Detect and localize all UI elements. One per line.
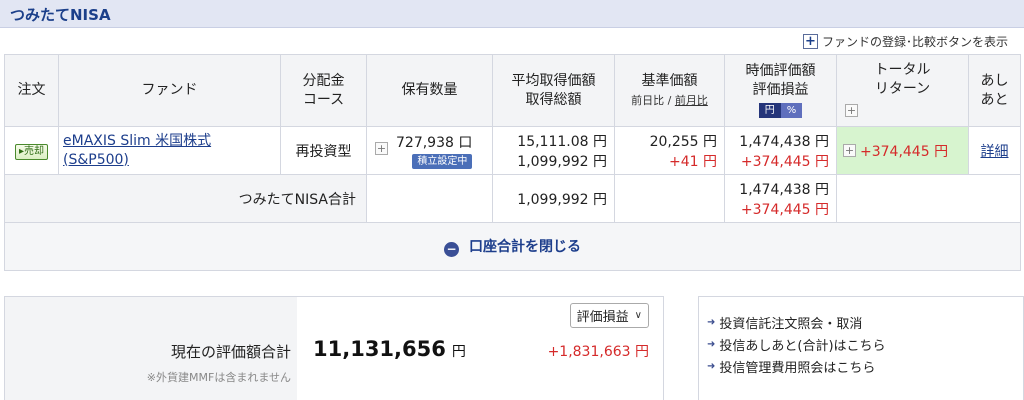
header-ashiato: あし あと — [968, 54, 1021, 127]
total-row: つみたてNISA合計 1,099,992 円 1,474,438 円 +374,… — [4, 174, 1021, 223]
sell-button[interactable]: ▸売却 — [14, 143, 49, 160]
total-cost: 1,099,992 円 — [492, 174, 615, 223]
arrow-right-icon: ➜ — [707, 316, 716, 328]
header-base-price: 基準価額 前日比 / 前月比 — [614, 54, 725, 127]
section-header: つみたてNISA — [0, 0, 1024, 28]
header-market-value: 時価評価額 評価損益 円% — [724, 54, 837, 127]
quantity-value: 727,938 口 — [396, 135, 473, 151]
summary-total-value: 11,131,656 円 — [313, 337, 466, 361]
expand-plus-icon[interactable]: + — [845, 104, 858, 117]
close-row: − 口座合計を閉じる — [4, 222, 1021, 271]
section-title: つみたてNISA — [10, 6, 111, 24]
yen-toggle-button[interactable]: 円 — [758, 103, 781, 118]
unit-toggle: 円% — [758, 103, 803, 118]
arrow-right-icon: ➜ — [707, 360, 716, 372]
arrow-right-icon: ➜ — [707, 338, 716, 350]
table-header-row: 注文 ファンド 分配金 コース 保有数量 平均取得価額 取得総額 基準価額 前日… — [4, 54, 1021, 127]
percent-toggle-button[interactable]: % — [780, 103, 803, 118]
detail-link[interactable]: 詳細 — [968, 126, 1021, 175]
fund-name-link[interactable]: eMAXIS Slim 米国株式 (S&P500) — [59, 132, 280, 170]
holdings-table: 注文 ファンド 分配金 コース 保有数量 平均取得価額 取得総額 基準価額 前日… — [4, 54, 1021, 271]
total-return-value: +374,445 円 — [860, 143, 949, 160]
link-management-fee[interactable]: ➜ 投信管理費用照会はこちら — [699, 355, 1023, 377]
minus-circle-icon: − — [444, 241, 459, 257]
evaluation-select[interactable]: 評価損益 ∨ — [569, 303, 649, 328]
summary-label: 現在の評価額合計 — [170, 343, 291, 361]
fund-register-toggle[interactable]: + ファンドの登録･比較ボタンを表示 — [802, 32, 1008, 50]
fund-cell: eMAXIS Slim 米国株式 (S&P500) — [58, 126, 281, 175]
link-ashiato-total[interactable]: ➜ 投信あしあと(合計)はこちら — [699, 333, 1023, 355]
header-fund: ファンド — [58, 54, 281, 127]
table-row: ▸売却 eMAXIS Slim 米国株式 (S&P500) 再投資型 + 727… — [4, 126, 1021, 175]
prev-day-label: 前日比 — [631, 93, 665, 107]
header-total-return: トータル リターン + — [836, 54, 969, 127]
base-price-cell: 20,255 円 +41 円 — [614, 126, 725, 175]
related-links: ➜ 投資信託注文照会・取消 ➜ 投信あしあと(合計)はこちら ➜ 投信管理費用照会はこ… — [698, 296, 1024, 400]
quantity-plus-icon[interactable]: + — [375, 142, 388, 155]
course-cell: 再投資型 — [280, 126, 367, 175]
return-plus-icon[interactable]: + — [843, 144, 856, 157]
avg-price-cell: 15,111.08 円 1,099,992 円 — [492, 126, 615, 175]
prev-month-link[interactable]: 前月比 — [675, 94, 708, 107]
summary-gain: +1,831,663 円 — [547, 344, 649, 360]
total-market-cell: 1,474,438 円 +374,445 円 — [724, 174, 837, 223]
market-value-cell: 1,474,438 円 +374,445 円 — [724, 126, 837, 175]
plus-icon: + — [802, 33, 818, 49]
total-return-cell: + +374,445 円 — [836, 126, 969, 175]
setting-badge[interactable]: 積立設定中 — [412, 154, 473, 169]
header-avg-price: 平均取得価額 取得総額 — [492, 54, 615, 127]
fund-register-label: ファンドの登録･比較ボタンを表示 — [821, 34, 1008, 49]
header-quantity: 保有数量 — [366, 54, 493, 127]
total-label: つみたてNISA合計 — [4, 174, 367, 223]
link-order-inquiry[interactable]: ➜ 投資信託注文照会・取消 — [699, 311, 1023, 333]
order-cell: ▸売却 — [4, 126, 59, 175]
header-order: 注文 — [4, 54, 59, 127]
chevron-down-icon: ∨ — [634, 310, 642, 321]
header-course: 分配金 コース — [280, 54, 367, 127]
summary-box: 現在の評価額合計 ※外貨建MMFは含まれません 11,131,656 円 評価損益… — [4, 296, 664, 400]
quantity-cell: + 727,938 口 積立設定中 — [366, 126, 493, 175]
close-account-total-button[interactable]: − 口座合計を閉じる — [4, 222, 1021, 271]
summary-note: ※外貨建MMFは含まれません — [146, 371, 291, 384]
